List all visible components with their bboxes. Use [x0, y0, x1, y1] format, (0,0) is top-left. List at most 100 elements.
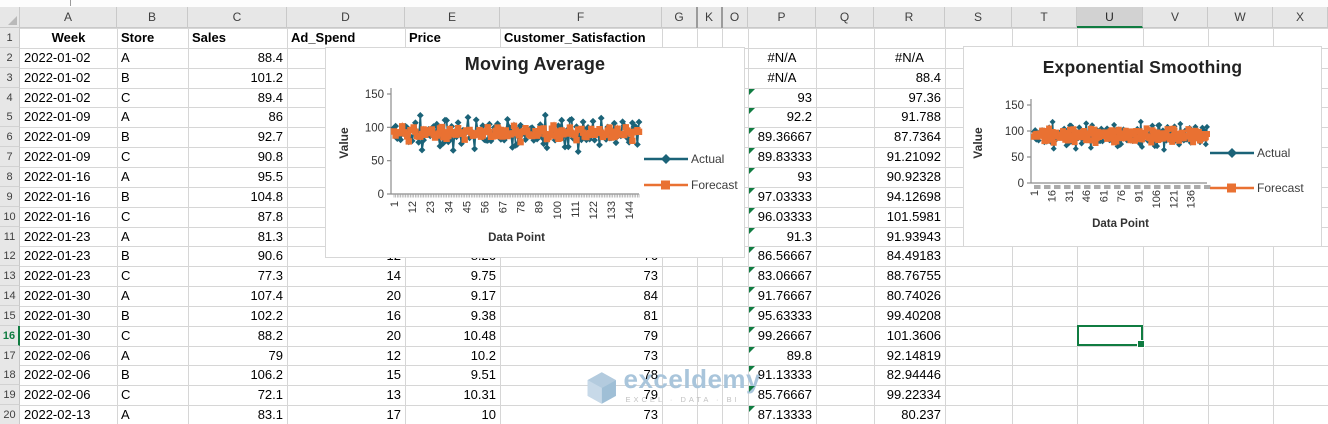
cell-B8[interactable]: A	[121, 167, 188, 187]
column-header-B[interactable]: B	[117, 7, 188, 28]
cell-P16[interactable]: 99.26667	[750, 326, 812, 346]
cell-F19[interactable]: 79	[502, 385, 658, 405]
cell-A19[interactable]: 2022-02-06	[24, 385, 117, 405]
row-header-6[interactable]: 6	[0, 127, 20, 147]
cell-B1[interactable]: Store	[121, 28, 188, 48]
cell-B19[interactable]: C	[121, 385, 188, 405]
cell-P17[interactable]: 89.8	[750, 346, 812, 366]
cell-R3[interactable]: 88.4	[876, 68, 941, 88]
cell-R14[interactable]: 80.74026	[876, 286, 941, 306]
cell-P13[interactable]: 83.06667	[750, 266, 812, 286]
cell-P12[interactable]: 86.56667	[750, 246, 812, 266]
cell-A20[interactable]: 2022-02-13	[24, 405, 117, 424]
cell-R20[interactable]: 80.237	[876, 405, 941, 424]
cell-F18[interactable]: 78	[502, 365, 658, 385]
row-header-12[interactable]: 12	[0, 246, 20, 266]
cell-D19[interactable]: 13	[289, 385, 401, 405]
cell-R18[interactable]: 82.94446	[876, 365, 941, 385]
cell-F16[interactable]: 79	[502, 326, 658, 346]
cell-R4[interactable]: 97.36	[876, 88, 941, 108]
row-header-17[interactable]: 17	[0, 346, 20, 366]
cell-R2[interactable]: #N/A	[874, 48, 945, 68]
row-header-7[interactable]: 7	[0, 147, 20, 167]
cell-E18[interactable]: 9.51	[407, 365, 496, 385]
cell-F13[interactable]: 73	[502, 266, 658, 286]
cell-B4[interactable]: C	[121, 88, 188, 108]
cell-R17[interactable]: 92.14819	[876, 346, 941, 366]
cell-P15[interactable]: 95.63333	[750, 306, 812, 326]
cell-F1[interactable]: Customer_Satisfaction	[504, 28, 662, 48]
cell-E16[interactable]: 10.48	[407, 326, 496, 346]
cell-C2[interactable]: 88.4	[190, 48, 283, 68]
cell-B6[interactable]: B	[121, 127, 188, 147]
cell-C6[interactable]: 92.7	[190, 127, 283, 147]
cell-B14[interactable]: A	[121, 286, 188, 306]
column-header-O[interactable]: O	[722, 7, 748, 28]
cell-R8[interactable]: 90.92328	[876, 167, 941, 187]
cell-D17[interactable]: 12	[289, 346, 401, 366]
cell-C3[interactable]: 101.2	[190, 68, 283, 88]
cell-E14[interactable]: 9.17	[407, 286, 496, 306]
cell-R10[interactable]: 101.5981	[876, 207, 941, 227]
column-header-G[interactable]: G	[662, 7, 697, 28]
column-header-X[interactable]: X	[1273, 7, 1328, 28]
column-header-C[interactable]: C	[188, 7, 287, 28]
row-header-11[interactable]: 11	[0, 227, 20, 247]
cell-C5[interactable]: 86	[190, 107, 283, 127]
cell-E19[interactable]: 10.31	[407, 385, 496, 405]
row-header-1[interactable]: 1	[0, 28, 20, 48]
cell-P4[interactable]: 93	[750, 88, 812, 108]
cell-C19[interactable]: 72.1	[190, 385, 283, 405]
cell-A16[interactable]: 2022-01-30	[24, 326, 117, 346]
column-header-U[interactable]: U	[1077, 7, 1143, 28]
cell-B5[interactable]: A	[121, 107, 188, 127]
cell-A3[interactable]: 2022-01-02	[24, 68, 117, 88]
cell-D18[interactable]: 15	[289, 365, 401, 385]
column-header-A[interactable]: A	[20, 7, 117, 28]
cell-C8[interactable]: 95.5	[190, 167, 283, 187]
cell-C17[interactable]: 79	[190, 346, 283, 366]
cell-P8[interactable]: 93	[750, 167, 812, 187]
cell-B12[interactable]: B	[121, 246, 188, 266]
cell-A4[interactable]: 2022-01-02	[24, 88, 117, 108]
cell-A6[interactable]: 2022-01-09	[24, 127, 117, 147]
row-header-16[interactable]: 16	[0, 326, 20, 346]
cell-D1[interactable]: Ad_Spend	[291, 28, 405, 48]
column-header-E[interactable]: E	[405, 7, 500, 28]
row-header-2[interactable]: 2	[0, 48, 20, 68]
cell-D16[interactable]: 20	[289, 326, 401, 346]
column-header-V[interactable]: V	[1143, 7, 1208, 28]
cell-P9[interactable]: 97.03333	[750, 187, 812, 207]
cell-R19[interactable]: 99.22334	[876, 385, 941, 405]
cell-F17[interactable]: 73	[502, 346, 658, 366]
cell-B13[interactable]: C	[121, 266, 188, 286]
cell-R7[interactable]: 91.21092	[876, 147, 941, 167]
row-header-10[interactable]: 10	[0, 207, 20, 227]
cell-C20[interactable]: 83.1	[190, 405, 283, 424]
select-all-corner[interactable]	[0, 7, 20, 28]
cell-C4[interactable]: 89.4	[190, 88, 283, 108]
cell-R13[interactable]: 88.76755	[876, 266, 941, 286]
cell-A12[interactable]: 2022-01-23	[24, 246, 117, 266]
cell-C9[interactable]: 104.8	[190, 187, 283, 207]
row-header-4[interactable]: 4	[0, 88, 20, 108]
cell-R9[interactable]: 94.12698	[876, 187, 941, 207]
cell-C1[interactable]: Sales	[192, 28, 287, 48]
cell-B3[interactable]: B	[121, 68, 188, 88]
cell-P2[interactable]: #N/A	[748, 48, 816, 68]
column-header-K[interactable]: K	[697, 7, 722, 28]
cell-F20[interactable]: 73	[502, 405, 658, 424]
cell-E15[interactable]: 9.38	[407, 306, 496, 326]
cell-A5[interactable]: 2022-01-09	[24, 107, 117, 127]
row-header-9[interactable]: 9	[0, 187, 20, 207]
cell-C12[interactable]: 90.6	[190, 246, 283, 266]
cell-C7[interactable]: 90.8	[190, 147, 283, 167]
column-header-Q[interactable]: Q	[816, 7, 874, 28]
cell-B17[interactable]: A	[121, 346, 188, 366]
column-header-T[interactable]: T	[1012, 7, 1077, 28]
cell-C13[interactable]: 77.3	[190, 266, 283, 286]
cell-A7[interactable]: 2022-01-09	[24, 147, 117, 167]
cell-B20[interactable]: A	[121, 405, 188, 424]
cell-B15[interactable]: B	[121, 306, 188, 326]
row-header-8[interactable]: 8	[0, 167, 20, 187]
